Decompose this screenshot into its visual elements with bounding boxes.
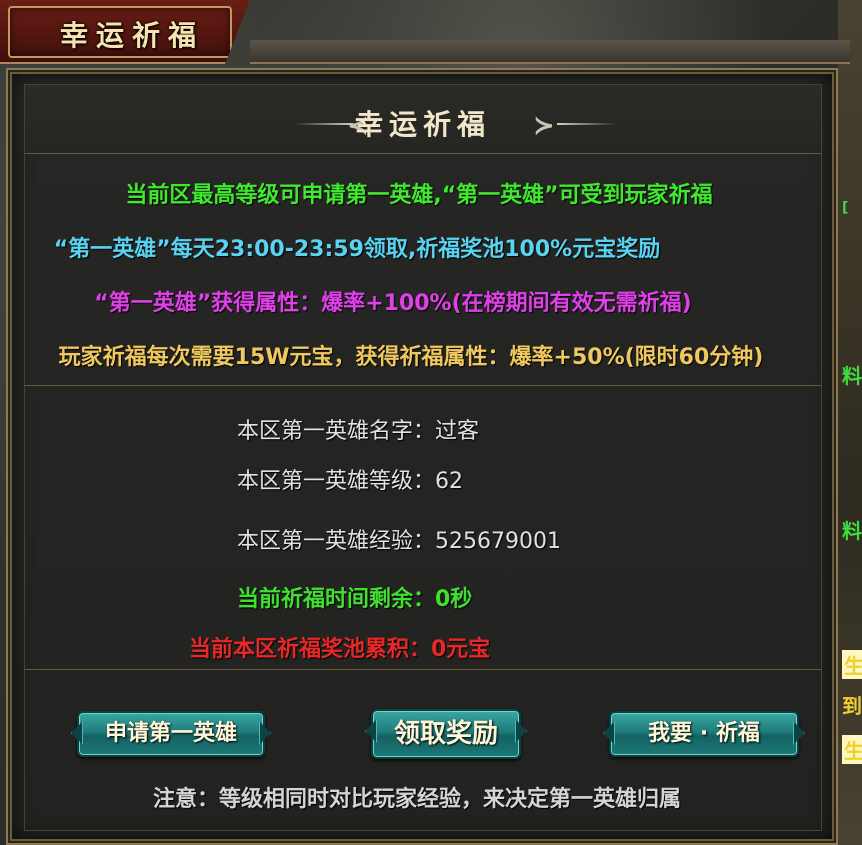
blessing-time-left: 当前祈福时间剩余：0秒 [237,587,473,612]
ornament-line-right [557,123,617,125]
actions-section: 申请第一英雄 领取奖励 我要 · 祈福 注意：等级相同时对比玩家经验，来决定第一… [25,669,821,830]
side-glyph: 料 [842,519,862,543]
side-glyph: 到 [842,694,862,718]
notice-text: 注意：等级相同时对比玩家经验，来决定第一英雄归属 [152,787,681,812]
tab-title: 幸运祈福 [60,19,205,52]
rule-line-4: 玩家祈福每次需要15W元宝，获得祈福属性：爆率+50%(限时60分钟) [58,345,764,370]
rule-line-1: 当前区最高等级可申请第一英雄,“第一英雄”可受到玩家祈福 [125,183,713,208]
side-glyph: [ [842,200,849,216]
side-glyph: 生 [842,735,862,764]
bless-button[interactable]: 我要 · 祈福 [609,711,799,757]
apply-hero-button[interactable]: 申请第一英雄 [77,711,265,757]
panel-header: ≺ 幸运祈福 ≻ [25,85,821,154]
panel-inner: ≺ 幸运祈福 ≻ 当前区最高等级可申请第一英雄,“第一英雄”可受到玩家祈福 “第… [24,84,822,831]
hero-stats-section: 本区第一英雄名字：过客 本区第一英雄等级：62 本区第一英雄经验：5256790… [25,385,821,670]
page-title: 幸运祈福 [354,108,491,141]
window-top-bar [250,40,850,64]
hero-exp: 本区第一英雄经验：525679001 [237,529,561,554]
rules-section: 当前区最高等级可申请第一英雄,“第一英雄”可受到玩家祈福 “第一英雄”每天23:… [25,153,821,386]
hero-level: 本区第一英雄等级：62 [237,469,463,494]
rule-line-2: “第一英雄”每天23:00-23:59领取,祈福奖池100%元宝奖励 [53,237,661,262]
side-glyph: 料 [842,364,862,388]
lucky-blessing-panel: ≺ 幸运祈福 ≻ 当前区最高等级可申请第一英雄,“第一英雄”可受到玩家祈福 “第… [10,72,834,841]
ornament-right-icon: ≻ [533,111,555,141]
blessing-pool: 当前本区祈福奖池累积：0元宝 [189,637,491,662]
rule-line-3: “第一英雄”获得属性：爆率+100%(在榜期间有效无需祈福) [94,291,692,316]
hero-name: 本区第一英雄名字：过客 [237,419,480,444]
side-glyph: 生 [842,650,862,679]
claim-reward-button[interactable]: 领取奖励 [371,709,521,759]
window-tab[interactable]: 幸运祈福 [0,0,250,64]
game-screen: [ 料 料 生 到 生 幸运祈福 ≺ 幸运祈福 ≻ 当前区最高等级可申请第一英雄… [0,0,862,845]
